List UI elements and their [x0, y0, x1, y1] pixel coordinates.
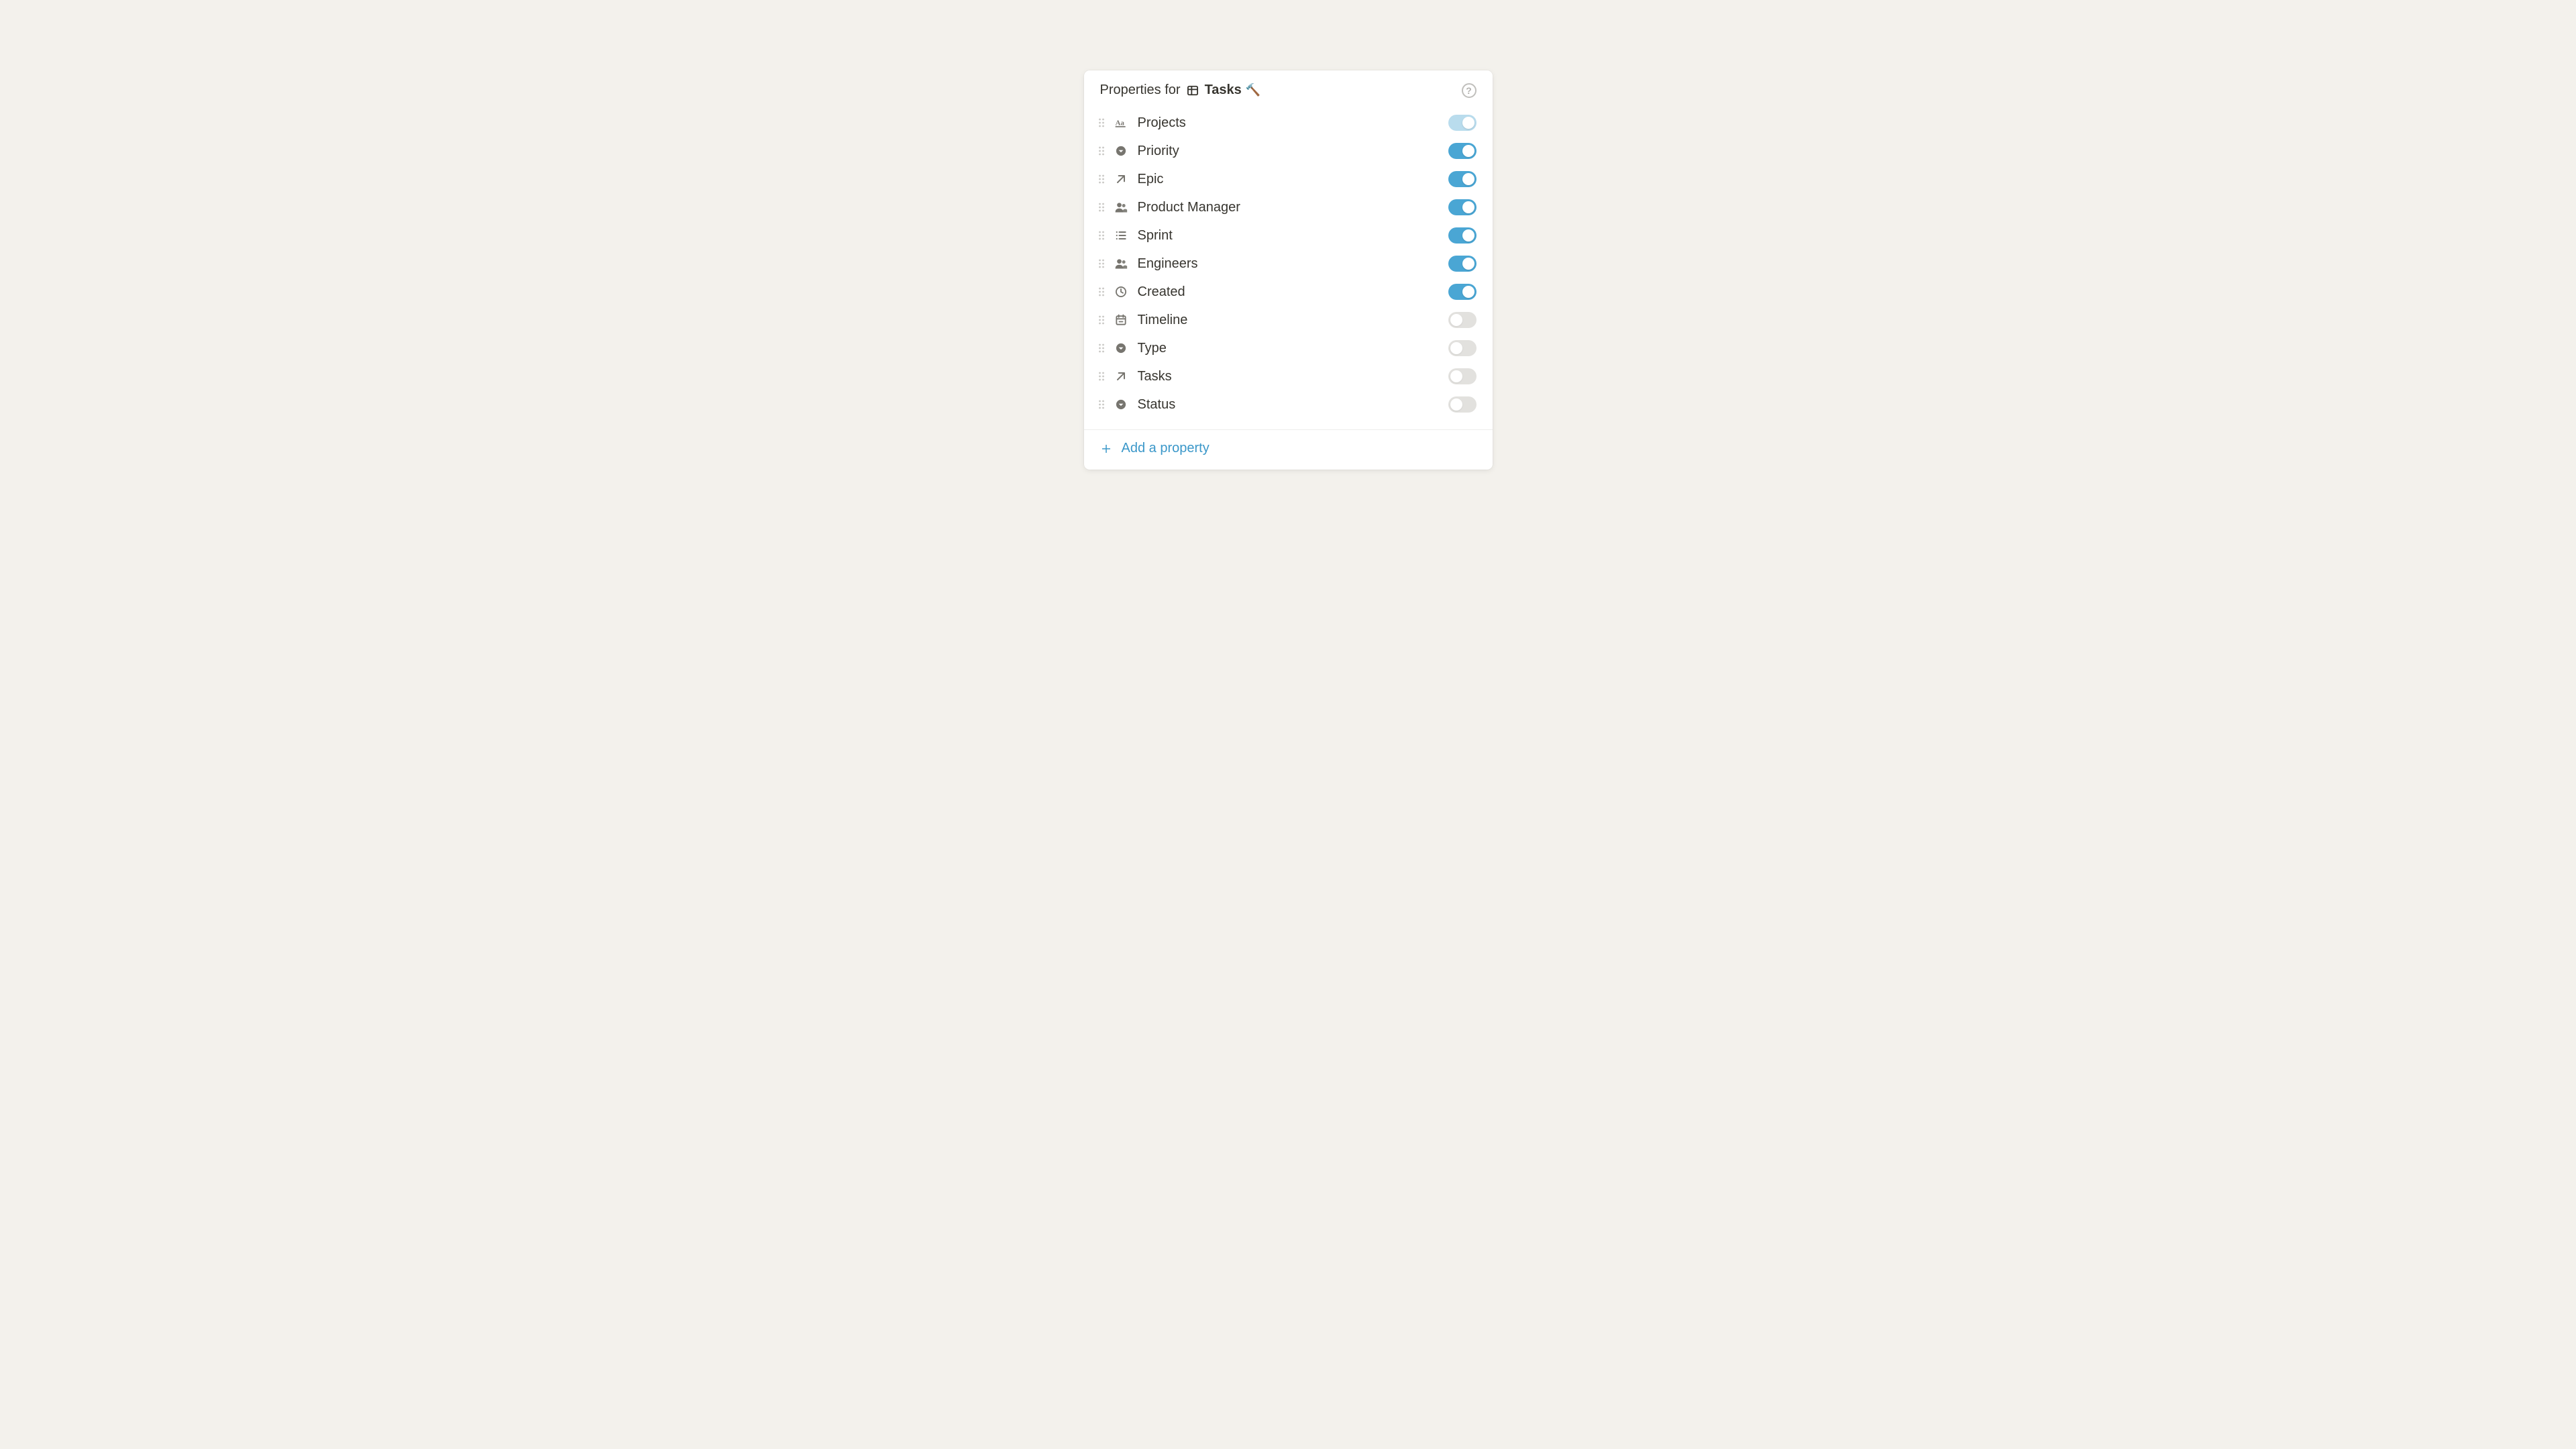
- property-row[interactable]: Epic: [1091, 165, 1486, 193]
- property-label: Sprint: [1138, 226, 1443, 245]
- property-label: Product Manager: [1138, 198, 1443, 217]
- property-label: Type: [1138, 339, 1443, 358]
- drag-handle-icon[interactable]: [1097, 174, 1106, 184]
- title-prefix: Properties for: [1100, 83, 1181, 98]
- visibility-toggle[interactable]: [1448, 340, 1477, 356]
- property-row[interactable]: Timeline: [1091, 306, 1486, 334]
- property-label: Projects: [1138, 113, 1443, 132]
- property-row[interactable]: Aa Projects: [1091, 109, 1486, 137]
- drag-handle-icon[interactable]: [1097, 286, 1106, 297]
- drag-handle-icon[interactable]: [1097, 202, 1106, 213]
- db-name: Tasks: [1205, 83, 1242, 98]
- list-icon: [1114, 228, 1128, 243]
- property-row[interactable]: Type: [1091, 334, 1486, 362]
- property-label: Epic: [1138, 170, 1443, 189]
- people-icon: [1114, 200, 1128, 215]
- drag-handle-icon[interactable]: [1097, 230, 1106, 241]
- drag-handle-icon[interactable]: [1097, 146, 1106, 156]
- panel-title: Properties for Tasks 🔨: [1100, 83, 1462, 98]
- property-row[interactable]: Product Manager: [1091, 193, 1486, 221]
- property-row[interactable]: Engineers: [1091, 250, 1486, 278]
- property-row[interactable]: Created: [1091, 278, 1486, 306]
- text-icon: Aa: [1114, 115, 1128, 130]
- visibility-toggle[interactable]: [1448, 284, 1477, 300]
- visibility-toggle[interactable]: [1448, 312, 1477, 328]
- drag-handle-icon[interactable]: [1097, 399, 1106, 410]
- drag-handle-icon[interactable]: [1097, 315, 1106, 325]
- add-property-label: Add a property: [1122, 441, 1210, 456]
- drag-handle-icon[interactable]: [1097, 371, 1106, 382]
- drag-handle-icon[interactable]: [1097, 117, 1106, 128]
- property-row[interactable]: Sprint: [1091, 221, 1486, 250]
- select-icon: [1114, 397, 1128, 412]
- visibility-toggle[interactable]: [1448, 199, 1477, 215]
- property-label: Timeline: [1138, 311, 1443, 329]
- visibility-toggle[interactable]: [1448, 171, 1477, 187]
- people-icon: [1114, 256, 1128, 271]
- arrow-icon: [1114, 172, 1128, 186]
- arrow-icon: [1114, 369, 1128, 384]
- property-label: Tasks: [1138, 367, 1443, 386]
- visibility-toggle[interactable]: [1448, 396, 1477, 413]
- property-label: Priority: [1138, 142, 1443, 160]
- property-label: Created: [1138, 282, 1443, 301]
- properties-panel: Properties for Tasks 🔨 ? Aa Projects Prior…: [1084, 70, 1493, 470]
- drag-handle-icon[interactable]: [1097, 258, 1106, 269]
- panel-footer: Add a property: [1084, 429, 1493, 470]
- property-row[interactable]: Priority: [1091, 137, 1486, 165]
- properties-list: Aa Projects Priority Epic Product Manager Spr…: [1084, 106, 1493, 429]
- plus-icon: [1100, 443, 1112, 455]
- visibility-toggle: [1448, 115, 1477, 131]
- property-label: Engineers: [1138, 254, 1443, 273]
- drag-handle-icon[interactable]: [1097, 343, 1106, 354]
- table-icon: [1186, 84, 1199, 97]
- help-button[interactable]: ?: [1462, 83, 1477, 98]
- visibility-toggle[interactable]: [1448, 368, 1477, 384]
- add-property-button[interactable]: Add a property: [1100, 441, 1210, 456]
- db-emoji: 🔨: [1246, 83, 1260, 97]
- select-icon: [1114, 341, 1128, 356]
- visibility-toggle[interactable]: [1448, 143, 1477, 159]
- calendar-icon: [1114, 313, 1128, 327]
- clock-icon: [1114, 284, 1128, 299]
- svg-text:Aa: Aa: [1115, 119, 1124, 127]
- property-row[interactable]: Status: [1091, 390, 1486, 419]
- panel-header: Properties for Tasks 🔨 ?: [1084, 70, 1493, 106]
- property-row[interactable]: Tasks: [1091, 362, 1486, 390]
- property-label: Status: [1138, 395, 1443, 414]
- visibility-toggle[interactable]: [1448, 256, 1477, 272]
- select-icon: [1114, 144, 1128, 158]
- visibility-toggle[interactable]: [1448, 227, 1477, 244]
